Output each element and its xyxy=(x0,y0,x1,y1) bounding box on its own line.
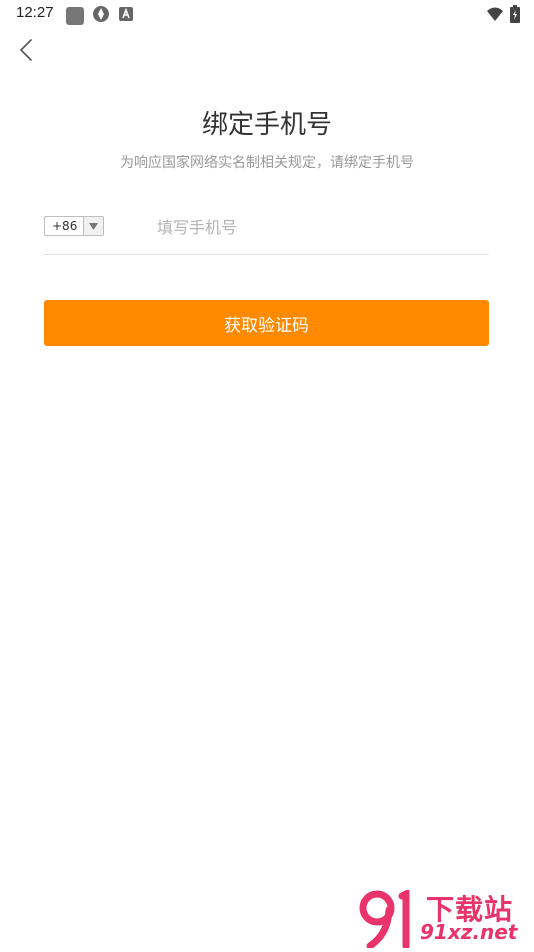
country-code-select[interactable]: +86 xyxy=(44,216,104,236)
status-bar: 12:27 xyxy=(0,0,534,28)
battery-icon xyxy=(510,5,520,27)
a-notification-icon xyxy=(118,6,134,26)
status-time: 12:27 xyxy=(16,4,54,21)
sync-notification-icon xyxy=(92,5,110,27)
chevron-left-icon xyxy=(19,38,33,66)
watermark-logo-icon xyxy=(358,888,420,952)
triangle-down-icon xyxy=(83,217,103,235)
country-code-label: +86 xyxy=(52,219,78,233)
phone-number-input[interactable] xyxy=(157,212,477,242)
watermark-brand-url: 91xz.net xyxy=(420,920,518,944)
wifi-icon xyxy=(486,6,504,26)
system-icons xyxy=(486,5,520,27)
phone-input-row: +86 xyxy=(44,212,489,255)
page-title: 绑定手机号 xyxy=(201,110,332,140)
notification-icons xyxy=(66,5,134,27)
get-verification-code-button[interactable]: 获取验证码 xyxy=(44,300,489,346)
page-subtitle: 为响应国家网络实名制相关规定，请绑定手机号 xyxy=(120,155,414,171)
back-button[interactable] xyxy=(12,38,40,66)
watermark: 下载站 91xz.net xyxy=(358,888,528,950)
app-notification-icon xyxy=(66,7,84,25)
